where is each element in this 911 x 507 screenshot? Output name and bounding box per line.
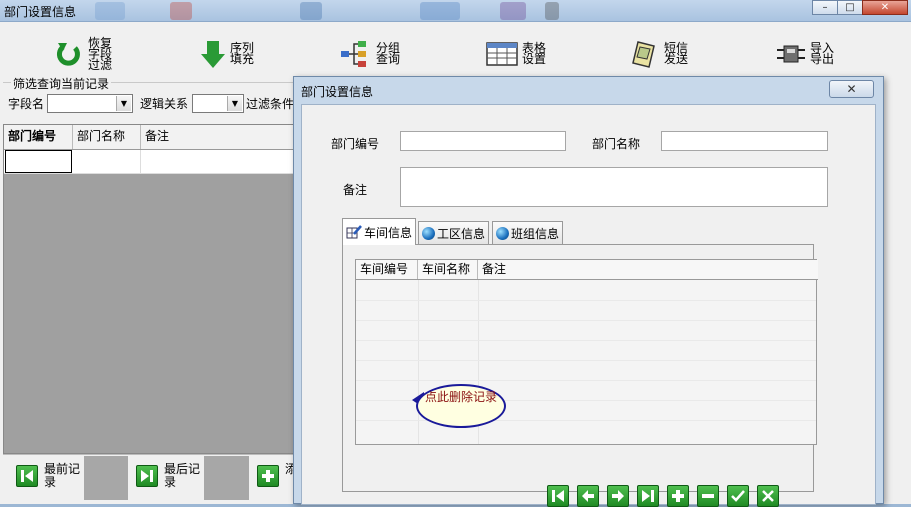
chevron-down-icon[interactable]: ▼ bbox=[116, 96, 131, 111]
minimize-button[interactable]: – bbox=[812, 0, 838, 15]
tab-workshop[interactable]: 车间信息 bbox=[342, 218, 417, 245]
titlebar-decoration bbox=[95, 2, 125, 20]
tab-panel-workshop: 车间编号 车间名称 备注 bbox=[342, 244, 818, 507]
tab-workshop-label: 车间信息 bbox=[364, 225, 413, 240]
grid-header: 部门编号 部门名称 备注 bbox=[4, 125, 297, 150]
column-header-workshop-name[interactable]: 车间名称 bbox=[418, 260, 478, 279]
column-header-dept-name[interactable]: 部门名称 bbox=[73, 125, 141, 149]
last-record-icon bbox=[642, 490, 654, 502]
titlebar-decoration bbox=[300, 2, 322, 20]
maximize-button[interactable]: □ bbox=[837, 0, 863, 15]
chevron-down-icon[interactable]: ▼ bbox=[227, 96, 242, 111]
cancel-icon bbox=[762, 490, 774, 502]
sms-send-button[interactable]: 短信发送 bbox=[630, 34, 694, 74]
filter-group: 筛选查询当前记录 字段名 ▼ 逻辑关系 ▼ 过滤条件 bbox=[3, 75, 303, 120]
import-export-label: 导入导出 bbox=[810, 41, 835, 66]
field-name-select[interactable]: ▼ bbox=[47, 94, 133, 113]
tab-team-label: 班组信息 bbox=[511, 226, 560, 241]
group-query-button[interactable]: 分组查询 bbox=[340, 34, 406, 74]
filter-legend: 筛选查询当前记录 bbox=[11, 75, 112, 92]
dept-name-input[interactable] bbox=[661, 131, 828, 151]
column-header-remark[interactable]: 备注 bbox=[141, 125, 297, 149]
column-header-workshop-code[interactable]: 车间编号 bbox=[356, 260, 418, 279]
titlebar-decoration bbox=[500, 2, 526, 20]
titlebar-decoration bbox=[545, 2, 559, 20]
titlebar-decoration bbox=[420, 2, 460, 20]
plus-icon bbox=[672, 490, 684, 502]
plus-icon bbox=[262, 470, 274, 482]
grid-line bbox=[356, 320, 816, 321]
tab-work-area-label: 工区信息 bbox=[437, 226, 486, 241]
green-undo-arrow-icon bbox=[57, 43, 80, 66]
remark-label: 备注 bbox=[343, 183, 368, 197]
sms-send-label: 短信发送 bbox=[664, 41, 689, 66]
arrow-left-icon bbox=[582, 490, 594, 502]
globe-icon bbox=[422, 226, 435, 240]
nav-spacer bbox=[204, 456, 249, 500]
grid-line bbox=[356, 360, 816, 361]
titlebar-decoration bbox=[170, 2, 192, 20]
table-cell-dept-code[interactable] bbox=[5, 150, 72, 173]
pencil-grid-icon bbox=[346, 225, 362, 239]
dialog-title: 部门设置信息 bbox=[301, 85, 374, 99]
dialog-body: 部门编号 部门名称 备注 车间信息 工区信息 班组信息 车间编号 车间名称 备注 bbox=[301, 104, 876, 507]
first-record-label[interactable]: 最前记录 bbox=[44, 463, 88, 489]
column-header-dept-code[interactable]: 部门编号 bbox=[4, 125, 73, 149]
table-settings-icon bbox=[486, 42, 518, 66]
grid-line bbox=[356, 340, 816, 341]
import-export-button[interactable]: 导入导出 bbox=[776, 34, 840, 74]
main-titlebar: 部门设置信息 – □ ✕ bbox=[0, 0, 911, 22]
last-record-label[interactable]: 最后记录 bbox=[164, 463, 208, 489]
restore-filter-label: 恢复字段过滤 bbox=[88, 35, 113, 72]
check-icon bbox=[731, 490, 745, 502]
globe-icon bbox=[496, 226, 509, 240]
add-record-button[interactable] bbox=[257, 465, 279, 487]
last-record-icon bbox=[141, 470, 153, 482]
first-record-button[interactable] bbox=[16, 465, 38, 487]
column-header-workshop-remark[interactable]: 备注 bbox=[478, 260, 816, 279]
dialog-close-button[interactable]: ✕ bbox=[829, 80, 874, 98]
restore-filter-button[interactable]: 恢复字段过滤 bbox=[54, 34, 118, 74]
sms-phone-icon bbox=[632, 41, 655, 68]
nav-spacer bbox=[84, 456, 128, 500]
main-nav-bar: 最前记录 最后记录 添 bbox=[3, 454, 297, 504]
first-record-icon bbox=[552, 490, 564, 502]
sequence-fill-label: 序列填充 bbox=[230, 41, 255, 66]
department-dialog: 部门设置信息 ✕ 部门编号 部门名称 备注 车间信息 工区信息 班组信息 车间编… bbox=[293, 76, 884, 507]
condition-label: 过滤条件 bbox=[246, 97, 295, 111]
table-cell-dept-name[interactable] bbox=[73, 150, 141, 173]
table-settings-button[interactable]: 表格设置 bbox=[486, 34, 552, 74]
sequence-fill-button[interactable]: 序列填充 bbox=[200, 34, 260, 74]
grid-line bbox=[356, 420, 816, 421]
delete-tooltip: 点此删除记录 bbox=[416, 384, 506, 428]
arrow-right-icon bbox=[612, 490, 624, 502]
field-name-label: 字段名 bbox=[8, 97, 45, 111]
grid-line bbox=[356, 380, 816, 381]
close-button[interactable]: ✕ bbox=[862, 0, 908, 15]
dept-name-label: 部门名称 bbox=[592, 137, 641, 151]
table-cell-remark[interactable] bbox=[141, 150, 297, 173]
table-settings-label: 表格设置 bbox=[522, 41, 547, 66]
last-record-button[interactable] bbox=[136, 465, 158, 487]
tab-team[interactable]: 班组信息 bbox=[492, 221, 564, 244]
group-query-label: 分组查询 bbox=[376, 41, 401, 66]
group-tree-icon bbox=[341, 41, 366, 67]
dept-code-label: 部门编号 bbox=[331, 137, 380, 151]
window-title: 部门设置信息 bbox=[4, 5, 77, 19]
first-record-icon bbox=[21, 470, 33, 482]
logic-label: 逻辑关系 bbox=[140, 97, 189, 111]
toolbar: 恢复字段过滤 序列填充 分组查询 表格设置 短信发送 导入导出 bbox=[0, 22, 911, 74]
minus-icon bbox=[702, 494, 714, 498]
department-grid[interactable]: 部门编号 部门名称 备注 bbox=[3, 124, 297, 454]
logic-select[interactable]: ▼ bbox=[192, 94, 244, 113]
grid-header: 车间编号 车间名称 备注 bbox=[356, 260, 818, 280]
remark-input[interactable] bbox=[400, 167, 828, 207]
dept-code-input[interactable] bbox=[400, 131, 566, 151]
green-down-arrow-icon bbox=[201, 41, 225, 68]
grid-line bbox=[356, 300, 816, 301]
table-row[interactable] bbox=[4, 150, 297, 174]
tab-work-area[interactable]: 工区信息 bbox=[418, 221, 490, 244]
import-export-icon bbox=[777, 45, 805, 63]
